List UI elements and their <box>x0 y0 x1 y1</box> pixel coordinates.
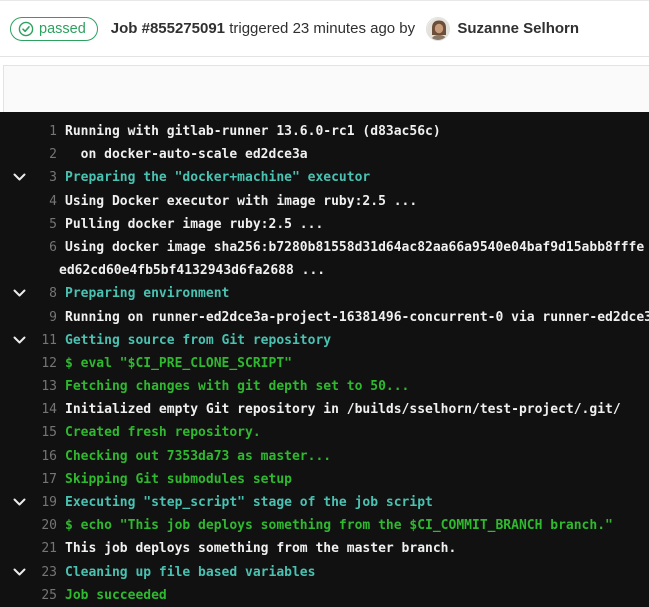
line-text: Cleaning up file based variables <box>65 561 315 584</box>
line-number[interactable]: 20 <box>30 514 57 537</box>
log-line: 5 Pulling docker image ruby:2.5 ... <box>0 213 649 236</box>
collapse-cell <box>0 173 30 182</box>
line-text: $ eval "$CI_PRE_CLONE_SCRIPT" <box>65 352 292 375</box>
line-text: Executing "step_script" stage of the job… <box>65 491 433 514</box>
log-line: 17 Skipping Git submodules setup <box>0 468 649 491</box>
log-line: 9 Running on runner-ed2dce3a-project-163… <box>0 306 649 329</box>
log-line: 15 Created fresh repository. <box>0 421 649 444</box>
line-number[interactable]: 6 <box>30 236 57 259</box>
log-line: 3 Preparing the "docker+machine" executo… <box>0 166 649 189</box>
line-text: Preparing environment <box>65 282 229 305</box>
line-text: ed62cd60e4fb5bf4132943d6fa2688 ... <box>59 259 325 282</box>
log-line: 13 Fetching changes with git depth set t… <box>0 375 649 398</box>
line-text: Using docker image sha256:b7280b81558d31… <box>65 236 644 259</box>
line-number[interactable]: 23 <box>30 561 57 584</box>
collapse-cell <box>0 498 30 507</box>
line-text: Created fresh repository. <box>65 421 261 444</box>
collapse-cell <box>0 568 30 577</box>
collapse-cell <box>0 336 30 345</box>
line-number[interactable]: 25 <box>30 584 57 607</box>
log-line: 16 Checking out 7353da73 as master... <box>0 445 649 468</box>
line-text: Getting source from Git repository <box>65 329 331 352</box>
log-line: 23 Cleaning up file based variables <box>0 561 649 584</box>
line-text: Using Docker executor with image ruby:2.… <box>65 190 417 213</box>
line-number[interactable]: 21 <box>30 537 57 560</box>
line-number[interactable]: 19 <box>30 491 57 514</box>
chevron-down-icon[interactable] <box>13 173 26 182</box>
line-text: Running on runner-ed2dce3a-project-16381… <box>65 306 649 329</box>
log-line: 6 Using docker image sha256:b7280b81558d… <box>0 236 649 259</box>
line-text: $ echo "This job deploys something from … <box>65 514 613 537</box>
job-log: 1 Running with gitlab-runner 13.6.0-rc1 … <box>0 112 649 607</box>
line-number[interactable]: 17 <box>30 468 57 491</box>
line-text: Job succeeded <box>65 584 167 607</box>
log-line: 4 Using Docker executor with image ruby:… <box>0 190 649 213</box>
chevron-down-icon[interactable] <box>13 289 26 298</box>
line-number[interactable]: 4 <box>30 190 57 213</box>
line-number[interactable]: 11 <box>30 329 57 352</box>
chevron-down-icon[interactable] <box>13 498 26 507</box>
job-header: passed Job #855275091 triggered 23 minut… <box>0 1 649 57</box>
job-title: Job #855275091 triggered 23 minutes ago … <box>111 17 579 41</box>
check-circle-icon <box>18 21 34 37</box>
log-line: 14 Initialized empty Git repository in /… <box>0 398 649 421</box>
line-number[interactable]: 16 <box>30 445 57 468</box>
status-badge[interactable]: passed <box>10 17 98 41</box>
header-gap <box>0 57 649 65</box>
line-text: Preparing the "docker+machine" executor <box>65 166 370 189</box>
line-number[interactable]: 14 <box>30 398 57 421</box>
line-number[interactable]: 1 <box>30 120 57 143</box>
log-line: 8 Preparing environment <box>0 282 649 305</box>
line-text: Initialized empty Git repository in /bui… <box>65 398 621 421</box>
line-number[interactable]: 12 <box>30 352 57 375</box>
job-id-label: Job #855275091 <box>111 20 225 37</box>
log-line: ed62cd60e4fb5bf4132943d6fa2688 ... <box>0 259 649 282</box>
line-text: Fetching changes with git depth set to 5… <box>65 375 409 398</box>
job-log-controls <box>3 65 649 112</box>
line-text: Pulling docker image ruby:2.5 ... <box>65 213 323 236</box>
log-line: 1 Running with gitlab-runner 13.6.0-rc1 … <box>0 120 649 143</box>
log-line: 19 Executing "step_script" stage of the … <box>0 491 649 514</box>
line-number[interactable]: 15 <box>30 421 57 444</box>
line-text: Skipping Git submodules setup <box>65 468 292 491</box>
line-number[interactable]: 2 <box>30 143 57 166</box>
collapse-cell <box>0 289 30 298</box>
line-number[interactable]: 3 <box>30 166 57 189</box>
log-line: 11 Getting source from Git repository <box>0 329 649 352</box>
line-number[interactable]: 8 <box>30 282 57 305</box>
line-text: Running with gitlab-runner 13.6.0-rc1 (d… <box>65 120 441 143</box>
avatar[interactable] <box>426 17 450 41</box>
line-text: This job deploys something from the mast… <box>65 537 456 560</box>
log-line: 2 on docker-auto-scale ed2dce3a <box>0 143 649 166</box>
line-number[interactable]: 5 <box>30 213 57 236</box>
log-line: 20 $ echo "This job deploys something fr… <box>0 514 649 537</box>
job-triggered-text: triggered 23 minutes ago by <box>225 20 419 37</box>
job-page: passed Job #855275091 triggered 23 minut… <box>0 0 649 607</box>
user-name-link[interactable]: Suzanne Selhorn <box>457 20 579 37</box>
log-line: 21 This job deploys something from the m… <box>0 537 649 560</box>
status-badge-label: passed <box>39 21 86 37</box>
chevron-down-icon[interactable] <box>13 568 26 577</box>
line-number[interactable]: 13 <box>30 375 57 398</box>
log-line: 25 Job succeeded <box>0 584 649 607</box>
log-line: 12 $ eval "$CI_PRE_CLONE_SCRIPT" <box>0 352 649 375</box>
line-text: Checking out 7353da73 as master... <box>65 445 331 468</box>
line-text: on docker-auto-scale ed2dce3a <box>65 143 308 166</box>
line-number[interactable]: 9 <box>30 306 57 329</box>
chevron-down-icon[interactable] <box>13 336 26 345</box>
